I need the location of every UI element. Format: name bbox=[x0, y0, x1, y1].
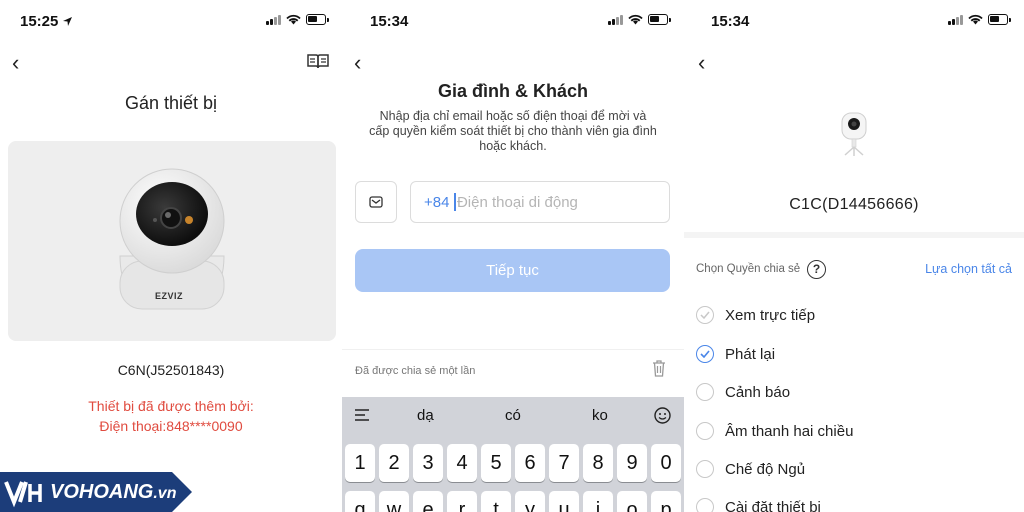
contact-type-toggle[interactable] bbox=[355, 181, 397, 223]
battery-icon bbox=[988, 14, 1011, 25]
status-bar: 15:34 bbox=[342, 0, 684, 44]
signal-icon bbox=[948, 14, 963, 25]
panel-share-permissions: 15:34 ‹ C1C(D14456666) Chọn Quyền chia s… bbox=[684, 0, 1024, 512]
added-by-phone: Điện thoại:848****0090 bbox=[99, 418, 243, 434]
radio-unchecked-icon[interactable] bbox=[696, 422, 714, 440]
battery-icon bbox=[306, 14, 329, 25]
camera-c6n-image bbox=[119, 168, 225, 310]
status-icons bbox=[266, 14, 329, 25]
permission-row[interactable]: Chế độ Ngủ bbox=[696, 460, 805, 478]
back-icon[interactable]: ‹ bbox=[12, 50, 19, 76]
device-name: C1C(D14456666) bbox=[789, 196, 919, 213]
status-icons bbox=[608, 14, 671, 25]
key-3[interactable]: 3 bbox=[413, 444, 443, 482]
page-title: Gia đình & Khách bbox=[437, 81, 588, 101]
key-i[interactable]: i bbox=[583, 491, 613, 512]
radio-unchecked-icon[interactable] bbox=[696, 306, 714, 324]
panel-family-guests: 15:34 ‹ Gia đình & Khách Nhập địa chỉ em… bbox=[342, 0, 684, 512]
permission-label: Cảnh báo bbox=[725, 383, 791, 401]
divider bbox=[342, 349, 684, 350]
camera-c1c-image bbox=[841, 112, 867, 156]
wifi-icon bbox=[286, 14, 301, 25]
permission-row[interactable]: Xem trực tiếp bbox=[696, 306, 815, 324]
permission-row[interactable]: Âm thanh hai chiều bbox=[696, 422, 853, 440]
battery-icon bbox=[648, 14, 671, 25]
country-code[interactable]: +84 bbox=[424, 194, 449, 211]
permission-row[interactable]: Cài đặt thiết bị bbox=[696, 498, 821, 512]
key-t[interactable]: t bbox=[481, 491, 511, 512]
signal-icon bbox=[608, 14, 623, 25]
key-2[interactable]: 2 bbox=[379, 444, 409, 482]
status-icons bbox=[948, 14, 1011, 25]
status-time: 15:34 bbox=[711, 13, 750, 30]
added-by-label: Thiết bị đã được thêm bởi: bbox=[88, 398, 254, 414]
back-icon[interactable]: ‹ bbox=[698, 50, 705, 76]
wifi-icon bbox=[968, 14, 983, 25]
radio-unchecked-icon[interactable] bbox=[696, 460, 714, 478]
invite-description: Nhập địa chỉ email hoặc số điện thoại để… bbox=[369, 109, 657, 153]
suggestion-2[interactable]: có bbox=[505, 407, 521, 424]
permission-row[interactable]: Cảnh báo bbox=[696, 383, 790, 401]
select-all-link[interactable]: Lựa chọn tất cả bbox=[925, 262, 1012, 276]
status-time: 15:34 bbox=[370, 13, 409, 30]
envelope-icon bbox=[369, 196, 383, 208]
permission-label: Âm thanh hai chiều bbox=[725, 422, 854, 440]
watermark-brand: VOHOANG.vn bbox=[50, 481, 177, 503]
keyboard-menu-icon[interactable] bbox=[354, 409, 370, 421]
key-y[interactable]: y bbox=[515, 491, 545, 512]
manual-book-icon[interactable] bbox=[307, 53, 329, 69]
shared-once-label: Đã được chia sẻ một lần bbox=[355, 365, 476, 377]
key-o[interactable]: o bbox=[617, 491, 647, 512]
panel-add-device: 15:25 ‹ Gán thiết bị EZVIZ C6N(J52501843… bbox=[0, 0, 342, 512]
vohoang-watermark: VOHOANG.vn bbox=[0, 472, 192, 512]
radio-unchecked-icon[interactable] bbox=[696, 383, 714, 401]
permission-label: Phát lại bbox=[725, 345, 776, 363]
wifi-icon bbox=[628, 14, 643, 25]
status-time: 15:25 bbox=[20, 13, 59, 30]
status-bar: 15:25 bbox=[0, 0, 342, 44]
key-6[interactable]: 6 bbox=[515, 444, 545, 482]
radio-checked-icon[interactable] bbox=[696, 345, 714, 363]
permission-label: Cài đặt thiết bị bbox=[725, 498, 821, 512]
location-arrow-icon bbox=[63, 17, 72, 26]
suggestion-3[interactable]: ko bbox=[592, 407, 608, 424]
section-divider bbox=[684, 232, 1024, 238]
key-9[interactable]: 9 bbox=[617, 444, 647, 482]
device-image-card: EZVIZ bbox=[8, 141, 336, 341]
page-title: Gán thiết bị bbox=[124, 93, 218, 113]
choose-permission-label: Chọn Quyền chia sẻ bbox=[696, 263, 801, 275]
key-4[interactable]: 4 bbox=[447, 444, 477, 482]
key-0[interactable]: 0 bbox=[651, 444, 681, 482]
key-5[interactable]: 5 bbox=[481, 444, 511, 482]
continue-button[interactable]: Tiếp tục bbox=[355, 249, 670, 292]
status-bar: 15:34 bbox=[684, 0, 1024, 44]
text-cursor bbox=[454, 193, 456, 211]
key-r[interactable]: r bbox=[447, 491, 477, 512]
back-icon[interactable]: ‹ bbox=[354, 50, 361, 76]
camera-brand-label: EZVIZ bbox=[155, 291, 184, 301]
key-p[interactable]: p bbox=[651, 491, 681, 512]
permission-label: Chế độ Ngủ bbox=[725, 460, 806, 478]
key-u[interactable]: u bbox=[549, 491, 579, 512]
device-name: C6N(J52501843) bbox=[117, 362, 225, 378]
signal-icon bbox=[266, 14, 281, 25]
key-8[interactable]: 8 bbox=[583, 444, 613, 482]
key-1[interactable]: 1 bbox=[345, 444, 375, 482]
trash-icon[interactable] bbox=[652, 360, 666, 377]
permission-row[interactable]: Phát lại bbox=[696, 345, 775, 363]
key-e[interactable]: e bbox=[413, 491, 443, 512]
permission-label: Xem trực tiếp bbox=[725, 306, 816, 324]
suggestion-1[interactable]: dạ bbox=[417, 407, 434, 424]
phone-input[interactable]: +84 Điện thoại di động bbox=[410, 181, 670, 223]
key-w[interactable]: w bbox=[379, 491, 409, 512]
keyboard: dạ có ko 1 2 3 4 5 6 7 8 9 0 q w e r t y… bbox=[342, 397, 684, 512]
emoji-icon[interactable] bbox=[654, 407, 671, 424]
key-7[interactable]: 7 bbox=[549, 444, 579, 482]
key-q[interactable]: q bbox=[345, 491, 375, 512]
phone-placeholder: Điện thoại di động bbox=[456, 193, 578, 211]
radio-unchecked-icon[interactable] bbox=[696, 498, 714, 512]
help-icon[interactable]: ? bbox=[807, 260, 826, 279]
